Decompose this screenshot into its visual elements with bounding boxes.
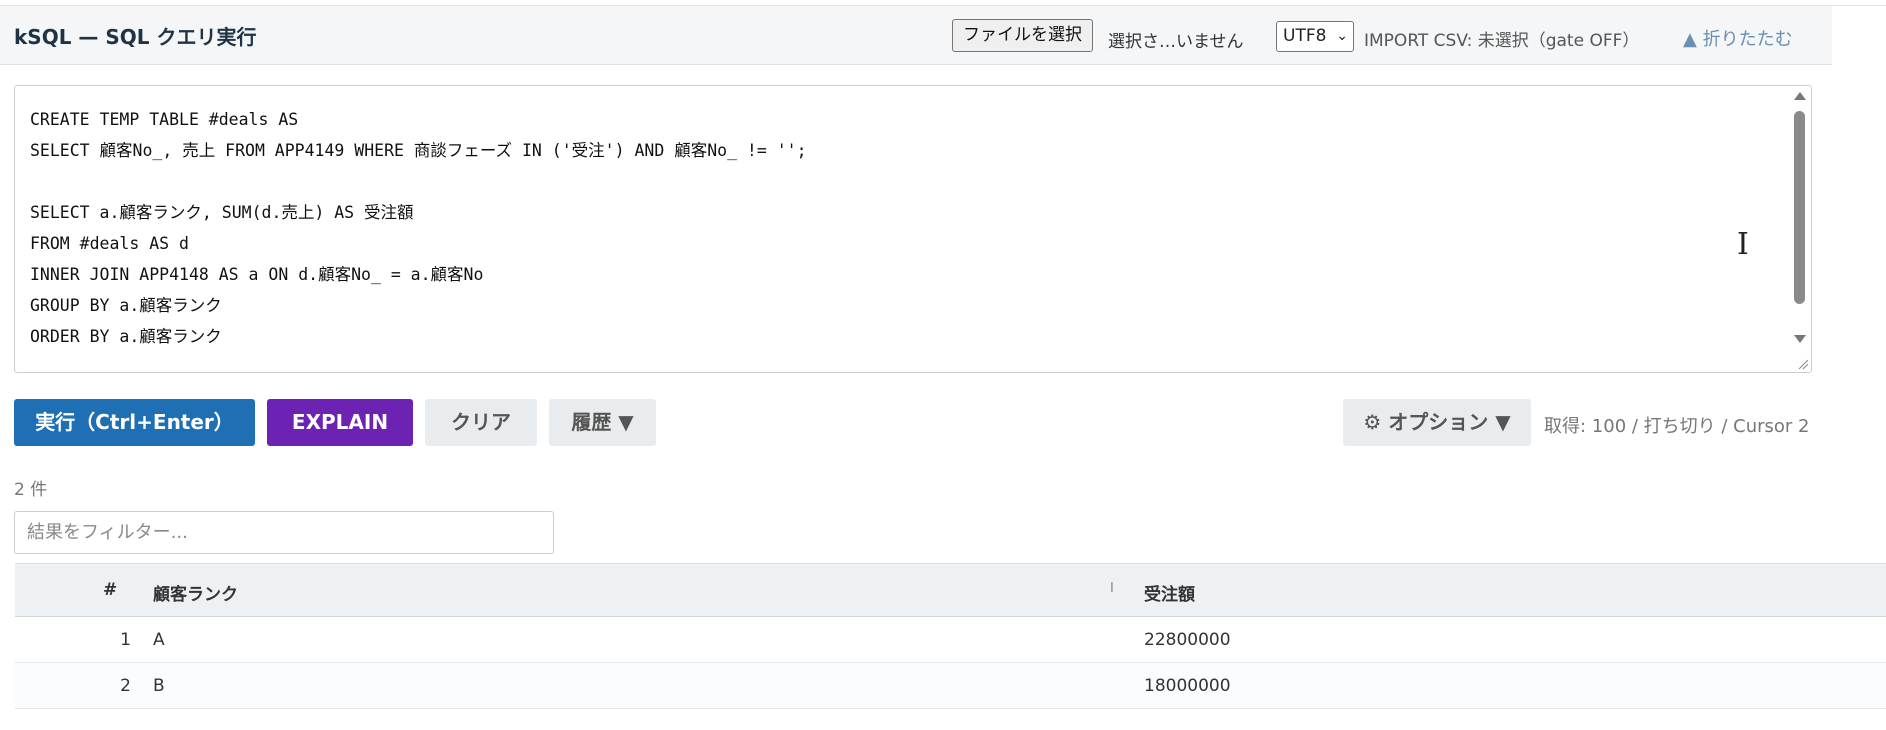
row-index: 1 [120, 630, 131, 650]
column-header-rank[interactable]: 顧客ランク [153, 580, 238, 605]
explain-button[interactable]: EXPLAIN [267, 399, 413, 446]
column-header-amount[interactable]: 受注額 [1144, 580, 1195, 605]
chevron-down-icon: ⌄ [1336, 28, 1348, 44]
table-row[interactable]: 2 B 18000000 [15, 663, 1886, 709]
collapse-link[interactable]: ▲ 折りたたむ [1683, 25, 1793, 51]
run-button[interactable]: 実行（Ctrl+Enter） [14, 399, 255, 446]
fetch-info: 取得: 100 / 打ち切り / Cursor 2 [1544, 416, 1810, 437]
result-count: 2 件 [14, 480, 48, 500]
row-rank: A [153, 630, 165, 650]
resize-grip-icon[interactable] [1797, 358, 1809, 370]
history-button[interactable]: 履歴 ▼ [549, 399, 656, 446]
table-row[interactable]: 1 A 22800000 [15, 617, 1886, 663]
result-filter-input[interactable] [14, 511, 554, 554]
sql-panel: kSQL — SQL クエリ実行 ファイルを選択 選択さ…いません UTF8 ⌄… [0, 5, 1886, 726]
clear-button[interactable]: クリア [425, 399, 537, 446]
scroll-down-arrow-icon[interactable] [1794, 335, 1806, 343]
import-csv-status: IMPORT CSV: 未選択（gate OFF） [1364, 31, 1640, 51]
table-header: # 顧客ランク I 受注額 [15, 563, 1886, 618]
sql-editor[interactable]: CREATE TEMP TABLE #deals AS SELECT 顧客No_… [14, 85, 1812, 373]
file-status-text: 選択さ…いません [1108, 32, 1244, 52]
editor-scrollbar[interactable] [1789, 86, 1811, 372]
sql-code[interactable]: CREATE TEMP TABLE #deals AS SELECT 顧客No_… [30, 104, 807, 352]
panel-header: kSQL — SQL クエリ実行 ファイルを選択 選択さ…いません UTF8 ⌄… [0, 6, 1832, 65]
row-index: 2 [120, 676, 131, 696]
file-select-button[interactable]: ファイルを選択 [952, 19, 1093, 52]
page-title: kSQL — SQL クエリ実行 [14, 25, 257, 49]
encoding-value: UTF8 [1283, 26, 1327, 46]
row-rank: B [153, 676, 165, 696]
text-cursor-icon: I [1737, 227, 1749, 262]
row-amount: 18000000 [1144, 676, 1231, 696]
options-button[interactable]: ⚙ オプション ▼ [1343, 399, 1531, 446]
scroll-up-arrow-icon[interactable] [1794, 92, 1806, 100]
scroll-thumb[interactable] [1794, 111, 1805, 304]
column-header-index[interactable]: # [103, 580, 117, 600]
row-amount: 22800000 [1144, 630, 1231, 650]
column-resize-handle[interactable]: I [1110, 581, 1114, 596]
encoding-select[interactable]: UTF8 ⌄ [1276, 21, 1354, 52]
